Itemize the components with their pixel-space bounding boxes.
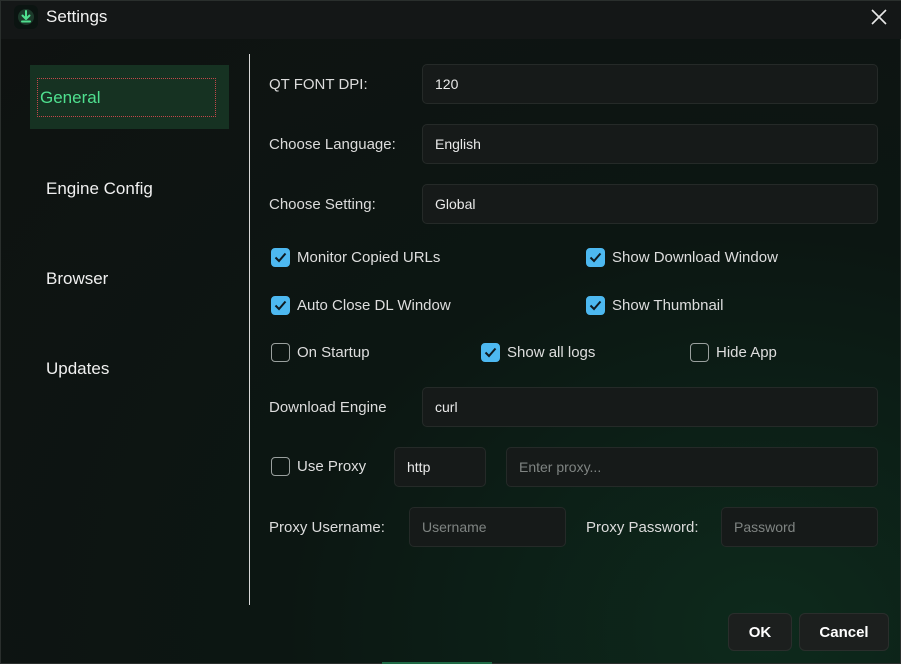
checkmark-icon bbox=[589, 252, 602, 263]
language-label: Choose Language: bbox=[269, 136, 396, 153]
setting-value: Global bbox=[435, 196, 476, 212]
on-startup-checkbox[interactable]: On Startup bbox=[271, 343, 370, 362]
checkmark-icon bbox=[484, 347, 497, 358]
ok-button[interactable]: OK bbox=[728, 613, 792, 651]
checkbox-box bbox=[690, 343, 709, 362]
checkbox-box bbox=[586, 248, 605, 267]
checkbox-label: On Startup bbox=[297, 344, 370, 361]
use-proxy-checkbox[interactable]: Use Proxy bbox=[271, 457, 366, 476]
download-engine-select[interactable]: curl bbox=[422, 387, 878, 427]
hide-app-checkbox[interactable]: Hide App bbox=[690, 343, 777, 362]
setting-label: Choose Setting: bbox=[269, 196, 376, 213]
download-engine-value: curl bbox=[435, 399, 458, 415]
proxy-username-label: Proxy Username: bbox=[269, 519, 385, 536]
setting-select[interactable]: Global bbox=[422, 184, 878, 224]
settings-window: Settings General Engine Config Browser U… bbox=[0, 0, 901, 664]
sidebar-item-updates[interactable]: Updates bbox=[30, 337, 229, 401]
app-logo-icon bbox=[14, 5, 38, 29]
proxy-type-value: http bbox=[407, 459, 431, 475]
checkmark-icon bbox=[589, 300, 602, 311]
language-value: English bbox=[435, 136, 481, 152]
sidebar-item-label: General bbox=[40, 87, 101, 107]
checkbox-label: Hide App bbox=[716, 344, 777, 361]
checkbox-label: Monitor Copied URLs bbox=[297, 249, 441, 266]
close-button[interactable] bbox=[863, 3, 895, 31]
checkbox-label: Show all logs bbox=[507, 344, 596, 361]
sidebar-item-browser[interactable]: Browser bbox=[30, 247, 229, 311]
sidebar-item-label: Engine Config bbox=[46, 179, 153, 198]
proxy-username-input[interactable] bbox=[409, 507, 566, 547]
checkbox-label: Show Download Window bbox=[612, 249, 778, 266]
sidebar-divider bbox=[249, 54, 250, 605]
font-dpi-input[interactable] bbox=[422, 64, 878, 104]
checkmark-icon bbox=[274, 252, 287, 263]
language-select[interactable]: English bbox=[422, 124, 878, 164]
checkbox-box bbox=[481, 343, 500, 362]
cancel-button[interactable]: Cancel bbox=[799, 613, 889, 651]
checkbox-box bbox=[586, 296, 605, 315]
sidebar-item-label: Browser bbox=[46, 269, 109, 288]
checkbox-label: Show Thumbnail bbox=[612, 297, 724, 314]
checkbox-box bbox=[271, 343, 290, 362]
checkbox-box bbox=[271, 457, 290, 476]
checkbox-box bbox=[271, 248, 290, 267]
show-download-window-checkbox[interactable]: Show Download Window bbox=[586, 248, 778, 267]
sidebar-item-label: Updates bbox=[46, 359, 110, 378]
close-icon bbox=[871, 9, 887, 25]
auto-close-checkbox[interactable]: Auto Close DL Window bbox=[271, 296, 451, 315]
checkbox-box bbox=[271, 296, 290, 315]
checkmark-icon bbox=[274, 300, 287, 311]
sidebar-item-general[interactable]: General bbox=[30, 65, 229, 129]
window-title: Settings bbox=[46, 7, 108, 26]
show-all-logs-checkbox[interactable]: Show all logs bbox=[481, 343, 595, 362]
download-engine-label: Download Engine bbox=[269, 399, 387, 416]
font-dpi-label: QT FONT DPI: bbox=[269, 76, 368, 93]
checkbox-label: Use Proxy bbox=[297, 458, 367, 475]
title-bar: Settings bbox=[1, 1, 901, 39]
proxy-type-select[interactable]: http bbox=[394, 447, 486, 487]
proxy-password-input[interactable] bbox=[721, 507, 878, 547]
checkbox-label: Auto Close DL Window bbox=[297, 297, 451, 314]
proxy-password-label: Proxy Password: bbox=[586, 519, 699, 536]
proxy-address-input[interactable] bbox=[506, 447, 878, 487]
focus-indicator: General bbox=[37, 78, 216, 117]
show-thumbnail-checkbox[interactable]: Show Thumbnail bbox=[586, 296, 723, 315]
monitor-urls-checkbox[interactable]: Monitor Copied URLs bbox=[271, 248, 440, 267]
sidebar-item-engine-config[interactable]: Engine Config bbox=[30, 157, 229, 221]
